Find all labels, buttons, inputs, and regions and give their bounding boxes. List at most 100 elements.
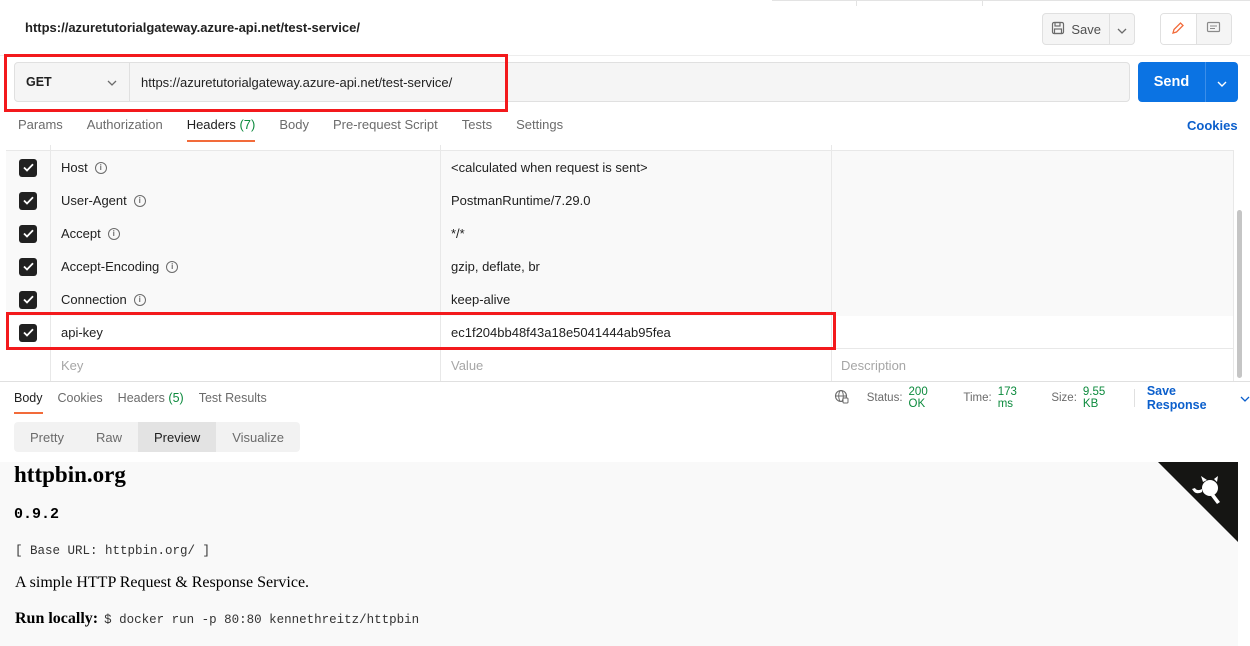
status-label: Status: (866, 392, 903, 404)
header-description (831, 184, 1234, 217)
view-raw-button[interactable]: Raw (80, 422, 138, 452)
new-key-input[interactable]: Key (50, 349, 440, 382)
globe-icon[interactable] (834, 389, 849, 407)
tab-tests[interactable]: Tests (462, 116, 492, 142)
request-title-bar: https://azuretutorialgateway.azure-api.n… (0, 0, 1250, 56)
header-value: PostmanRuntime/7.29.0 (451, 193, 591, 208)
view-pretty-button[interactable]: Pretty (14, 422, 80, 452)
header-value: */* (451, 226, 465, 241)
info-icon[interactable]: i (166, 260, 179, 273)
response-tab-headers-label: Headers (117, 391, 165, 405)
header-value: <calculated when request is sent> (451, 160, 648, 175)
size-label: Size: (1051, 392, 1077, 404)
send-button-group: Send (1138, 62, 1238, 102)
header-checkbox[interactable] (19, 257, 37, 276)
header-description[interactable] (831, 316, 1234, 349)
info-icon[interactable]: i (94, 161, 107, 174)
view-visualize-button[interactable]: Visualize (216, 422, 300, 452)
chevron-down-icon (1217, 75, 1227, 90)
info-icon[interactable]: i (133, 194, 146, 207)
header-key: Accept (61, 226, 101, 241)
table-row-new: Key Value Description (6, 349, 1234, 382)
method-value: GET (26, 75, 52, 89)
table-row: Accept i */* (6, 217, 1234, 250)
status-value[interactable]: 200 OK (909, 386, 946, 410)
new-value-input[interactable]: Value (440, 349, 831, 382)
new-description-input[interactable]: Description (831, 349, 1234, 382)
view-preview-button[interactable]: Preview (137, 422, 217, 452)
save-options-button[interactable] (1110, 14, 1134, 44)
save-button-group: Save (1042, 13, 1135, 45)
response-tab-body[interactable]: Body (14, 390, 43, 414)
header-checkbox[interactable] (19, 323, 37, 342)
header-value: gzip, deflate, br (451, 259, 540, 274)
save-label: Save (1071, 21, 1101, 37)
header-description (831, 217, 1234, 250)
github-corner-icon[interactable] (1158, 462, 1238, 542)
request-title[interactable]: https://azuretutorialgateway.azure-api.n… (25, 20, 360, 35)
tab-params[interactable]: Params (18, 116, 63, 142)
header-checkbox[interactable] (19, 158, 37, 177)
save-response-label: Save Response (1146, 384, 1207, 412)
method-select[interactable]: GET (15, 63, 130, 101)
save-button[interactable]: Save (1043, 14, 1111, 44)
preview-description: A simple HTTP Request & Response Service… (15, 574, 310, 591)
info-icon[interactable]: i (107, 227, 120, 240)
response-preview: httpbin.org 0.9.2 [ Base URL: httpbin.or… (0, 462, 1238, 646)
header-description (831, 151, 1234, 184)
response-tabs: Body Cookies Headers (5) Test Results (14, 390, 267, 414)
header-key: Host (61, 160, 88, 175)
run-command: $ docker run -p 80:80 kennethreitz/httpb… (104, 613, 420, 627)
size-value[interactable]: 9.55 KB (1083, 386, 1122, 410)
response-divider[interactable] (0, 381, 1250, 382)
documentation-button[interactable] (1196, 14, 1231, 44)
request-tabs: Params Authorization Headers (7) Body Pr… (18, 116, 563, 146)
header-checkbox[interactable] (19, 191, 37, 210)
tab-headers[interactable]: Headers (7) (186, 116, 256, 142)
table-row: Connection i keep-alive (6, 283, 1234, 316)
preview-version: 0.9.2 (14, 506, 60, 523)
header-checkbox[interactable] (19, 224, 37, 243)
key-placeholder: Key (61, 358, 84, 373)
tab-headers-label: Headers (186, 117, 236, 132)
info-icon[interactable]: i (133, 293, 146, 306)
header-description (831, 283, 1234, 316)
comment-icon (1206, 21, 1221, 38)
tab-body[interactable]: Body (279, 116, 309, 142)
url-input[interactable] (130, 63, 1129, 101)
header-checkbox[interactable] (19, 290, 37, 309)
header-description (831, 250, 1234, 283)
preview-run-locally: Run locally: $ docker run -p 80:80 kenne… (15, 610, 419, 628)
url-bar: GET (14, 62, 1130, 102)
response-tab-headers[interactable]: Headers (5) (118, 390, 184, 414)
tab-headers-count: (7) (239, 117, 256, 132)
value-placeholder: Value (451, 358, 484, 373)
save-icon (1051, 21, 1065, 38)
header-key: Connection (61, 292, 127, 307)
table-row: User-Agent i PostmanRuntime/7.29.0 (6, 184, 1234, 217)
time-label: Time: (963, 392, 992, 404)
tab-strip-edge (772, 0, 1250, 6)
chevron-down-icon (1117, 22, 1127, 37)
headers-scrollbar[interactable] (1237, 210, 1242, 378)
response-tab-cookies[interactable]: Cookies (58, 390, 103, 414)
header-key: User-Agent (61, 193, 127, 208)
table-row: api-key ec1f204bb48f43a18e5041444ab95fea (6, 316, 1234, 349)
chevron-down-icon (107, 75, 117, 89)
tab-pre-request-script[interactable]: Pre-request Script (333, 116, 438, 142)
response-tab-test-results[interactable]: Test Results (199, 390, 267, 414)
tab-authorization[interactable]: Authorization (87, 116, 163, 142)
response-view-selector: Pretty Raw Preview Visualize (14, 422, 301, 452)
send-options-button[interactable] (1205, 62, 1238, 102)
table-row: Accept-Encoding i gzip, deflate, br (6, 250, 1234, 283)
pencil-icon (1171, 21, 1185, 38)
send-button[interactable]: Send (1138, 62, 1205, 102)
tab-settings[interactable]: Settings (516, 116, 563, 142)
time-value[interactable]: 173 ms (998, 386, 1034, 410)
cookies-link[interactable]: Cookies (1187, 118, 1238, 133)
header-value: keep-alive (451, 292, 511, 307)
edit-mode-button[interactable] (1161, 14, 1197, 44)
save-response-button[interactable]: Save Response (1147, 384, 1250, 412)
header-key: Accept-Encoding (61, 259, 160, 274)
table-row: Host i <calculated when request is sent> (6, 151, 1234, 184)
